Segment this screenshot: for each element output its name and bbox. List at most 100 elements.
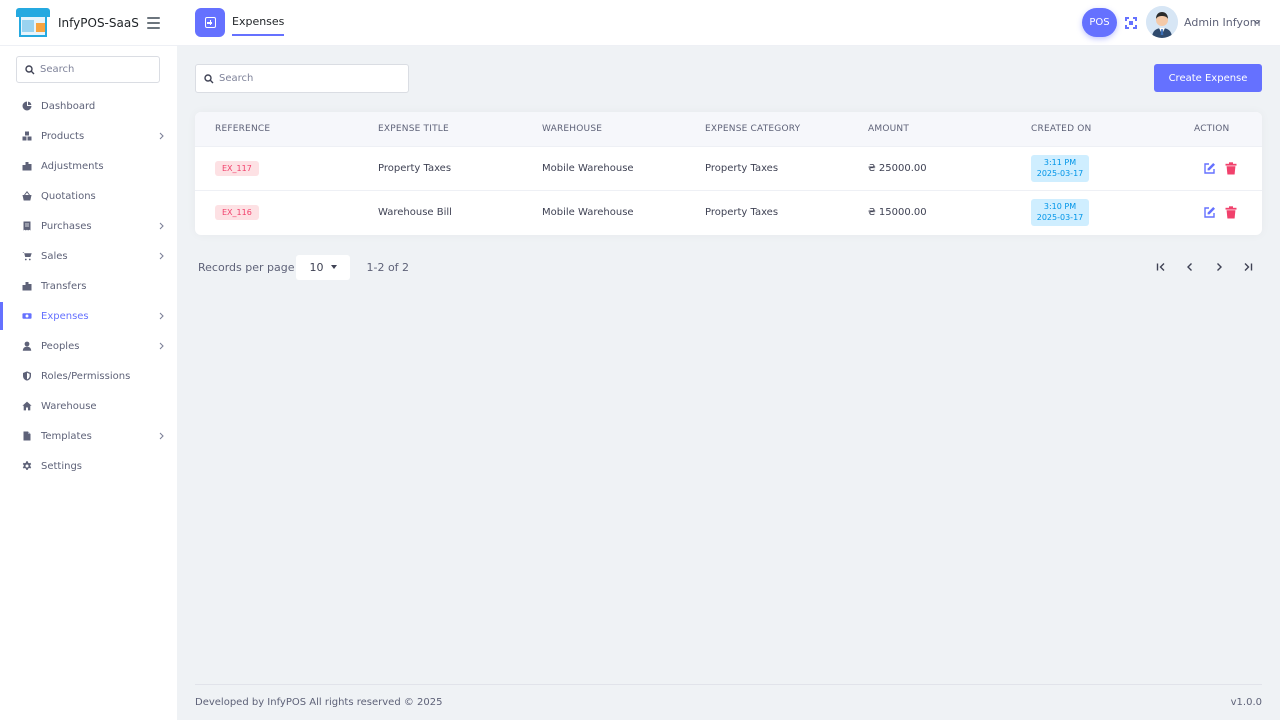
created-time: 3:10 PM (1043, 202, 1077, 211)
column-header: WAREHOUSE (542, 124, 603, 134)
sidebar-item-label: Sales (41, 250, 68, 262)
page-add-icon[interactable] (195, 8, 225, 37)
user-icon (22, 341, 32, 351)
search-input[interactable] (219, 73, 329, 84)
last-page-icon[interactable] (1241, 260, 1255, 274)
receipt-icon (22, 221, 32, 231)
caret-down-icon (331, 265, 338, 269)
created-on-badge: 3:11 PM 2025-03-17 (1031, 155, 1089, 182)
sidebar-item-label: Roles/Permissions (41, 370, 131, 382)
created-on-badge: 3:10 PM 2025-03-17 (1031, 199, 1089, 226)
column-header: ACTION (1194, 124, 1230, 134)
sidebar-item-label: Warehouse (41, 400, 97, 412)
previous-page-icon[interactable] (1183, 260, 1197, 274)
reference-badge: EX_116 (215, 205, 259, 220)
app-name: InfyPOS-SaaS (58, 16, 139, 30)
expense-title: Warehouse Bill (378, 207, 452, 218)
adjustments-icon (22, 161, 32, 171)
top-header: InfyPOS-SaaS Expenses POS Admin Infyom (0, 0, 1280, 46)
expense-title: Property Taxes (378, 163, 452, 174)
sidebar-item-templates[interactable]: Templates (0, 421, 177, 451)
sidebar-search[interactable] (16, 56, 160, 83)
sidebar-search-input[interactable] (40, 64, 150, 75)
records-per-page-select[interactable]: 10 (296, 255, 351, 280)
sidebar-item-label: Transfers (41, 280, 87, 292)
footer-copyright: Developed by InfyPOS All rights reserved… (195, 697, 443, 708)
sidebar-item-settings[interactable]: Settings (0, 451, 177, 481)
chevron-right-icon (159, 342, 164, 350)
sidebar-item-sales[interactable]: Sales (0, 241, 177, 271)
sidebar-item-label: Products (41, 130, 85, 142)
chevron-right-icon (159, 312, 164, 320)
sidebar-item-label: Templates (41, 430, 92, 442)
pos-button[interactable]: POS (1082, 8, 1117, 37)
sidebar-item-dashboard[interactable]: Dashboard (0, 91, 177, 121)
column-header: CREATED ON (1031, 124, 1092, 134)
table-row[interactable]: EX_117 Property Taxes Mobile Warehouse Prop… (195, 147, 1262, 191)
column-header: REFERENCE (215, 124, 271, 134)
cart-icon (22, 251, 32, 261)
warehouse-name: Mobile Warehouse (542, 163, 634, 174)
expense-category: Property Taxes (705, 163, 779, 174)
gear-icon (22, 461, 32, 471)
chevron-down-icon[interactable] (1253, 18, 1261, 26)
table-header: REFERENCE EXPENSE TITLE WAREHOUSE EXPENSE C… (195, 112, 1262, 147)
expense-search[interactable] (195, 64, 409, 93)
created-date: 2025-03-17 (1036, 213, 1084, 222)
sidebar-item-products[interactable]: Products (0, 121, 177, 151)
create-expense-button[interactable]: Create Expense (1154, 64, 1262, 92)
first-page-icon[interactable] (1154, 260, 1168, 274)
transfer-icon (22, 281, 32, 291)
menu-toggle-icon[interactable] (147, 17, 160, 29)
column-header: AMOUNT (868, 124, 910, 134)
sidebar-item-transfers[interactable]: Transfers (0, 271, 177, 301)
records-per-page-value: 10 (309, 261, 324, 274)
expense-amount: ₴ 25000.00 (868, 163, 927, 174)
sidebar-item-roles-permissions[interactable]: Roles/Permissions (0, 361, 177, 391)
table-body: EX_117 Property Taxes Mobile Warehouse Prop… (195, 147, 1262, 235)
sidebar-item-label: Expenses (41, 310, 89, 322)
table-row[interactable]: EX_116 Warehouse Bill Mobile Warehouse Prop… (195, 191, 1262, 235)
sidebar-item-purchases[interactable]: Purchases (0, 211, 177, 241)
sidebar-menu: Dashboard Products Adjustments Quotations Pu… (0, 91, 177, 481)
sidebar-item-peoples[interactable]: Peoples (0, 331, 177, 361)
page-range: 1-2 of 2 (366, 261, 410, 274)
records-per-page-label: Records per page (198, 261, 295, 274)
sidebar-item-warehouse[interactable]: Warehouse (0, 391, 177, 421)
sidebar-item-quotations[interactable]: Quotations (0, 181, 177, 211)
sidebar-item-label: Peoples (41, 340, 80, 352)
expenses-table: REFERENCE EXPENSE TITLE WAREHOUSE EXPENSE C… (195, 112, 1262, 235)
brand[interactable]: InfyPOS-SaaS (16, 8, 139, 38)
created-time: 3:11 PM (1043, 158, 1077, 167)
chevron-right-icon (159, 432, 164, 440)
sidebar-item-label: Dashboard (41, 100, 96, 112)
sidebar-item-label: Adjustments (41, 160, 104, 172)
money-icon (22, 311, 32, 321)
created-date: 2025-03-17 (1036, 169, 1084, 178)
avatar[interactable] (1146, 6, 1178, 38)
dashboard-icon (22, 101, 32, 111)
warehouse-name: Mobile Warehouse (542, 207, 634, 218)
search-icon (204, 73, 214, 83)
chevron-right-icon (159, 222, 164, 230)
sidebar-item-label: Settings (41, 460, 83, 472)
fullscreen-icon[interactable] (1124, 16, 1138, 30)
user-name[interactable]: Admin Infyom (1184, 16, 1260, 29)
sidebar-item-expenses[interactable]: Expenses (0, 301, 177, 331)
expense-category: Property Taxes (705, 207, 779, 218)
search-icon (25, 64, 35, 74)
edit-icon[interactable] (1203, 162, 1216, 175)
trash-icon[interactable] (1225, 206, 1237, 219)
reference-badge: EX_117 (215, 161, 259, 176)
app-version: v1.0.0 (1230, 697, 1262, 708)
footer: Developed by InfyPOS All rights reserved… (195, 684, 1262, 720)
trash-icon[interactable] (1225, 162, 1237, 175)
file-icon (22, 431, 32, 441)
sidebar-item-adjustments[interactable]: Adjustments (0, 151, 177, 181)
basket-icon (22, 191, 32, 201)
sidebar-item-label: Purchases (41, 220, 92, 232)
edit-icon[interactable] (1203, 206, 1216, 219)
sidebar: Dashboard Products Adjustments Quotations Pu… (0, 46, 177, 720)
next-page-icon[interactable] (1212, 260, 1226, 274)
tab-expenses[interactable]: Expenses (232, 15, 285, 36)
